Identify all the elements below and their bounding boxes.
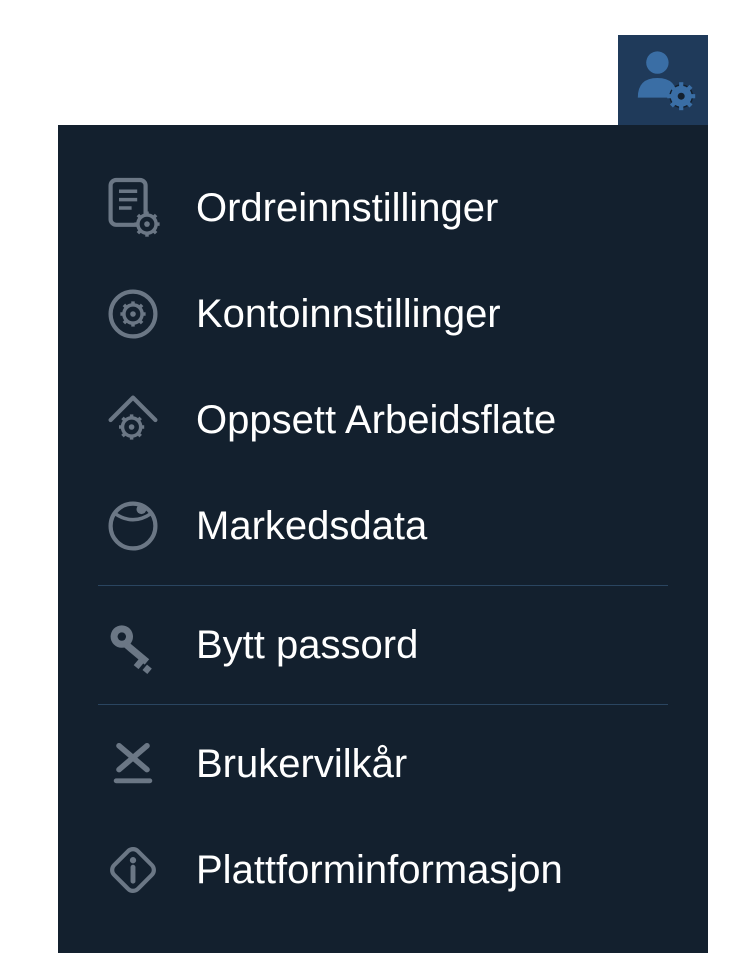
menu-item-order-settings[interactable]: Ordreinnstillinger: [58, 155, 708, 261]
gear-circle-icon: [98, 279, 168, 349]
menu-item-platform-info[interactable]: Plattforminformasjon: [58, 817, 708, 923]
globe-icon: [98, 491, 168, 561]
settings-dropdown-menu: Ordreinnstillinger: [58, 125, 708, 953]
menu-item-change-password[interactable]: Bytt passord: [58, 592, 708, 698]
menu-label: Bytt passord: [196, 623, 418, 668]
menu-label: Ordreinnstillinger: [196, 186, 498, 231]
menu-label: Oppsett Arbeidsflate: [196, 398, 556, 443]
document-gear-icon: [98, 173, 168, 243]
user-gear-icon: [628, 43, 698, 118]
info-diamond-icon: [98, 835, 168, 905]
menu-label: Brukervilkår: [196, 742, 407, 787]
menu-label: Plattforminformasjon: [196, 848, 563, 893]
menu-divider: [98, 704, 668, 705]
user-settings-button[interactable]: [618, 35, 708, 125]
menu-item-workspace-setup[interactable]: Oppsett Arbeidsflate: [58, 367, 708, 473]
menu-label: Markedsdata: [196, 504, 427, 549]
key-icon: [98, 610, 168, 680]
menu-item-terms[interactable]: Brukervilkår: [58, 711, 708, 817]
menu-item-market-data[interactable]: Markedsdata: [58, 473, 708, 579]
home-gear-icon: [98, 385, 168, 455]
menu-item-account-settings[interactable]: Kontoinnstillinger: [58, 261, 708, 367]
x-underline-icon: [98, 729, 168, 799]
menu-label: Kontoinnstillinger: [196, 292, 501, 337]
menu-divider: [98, 585, 668, 586]
